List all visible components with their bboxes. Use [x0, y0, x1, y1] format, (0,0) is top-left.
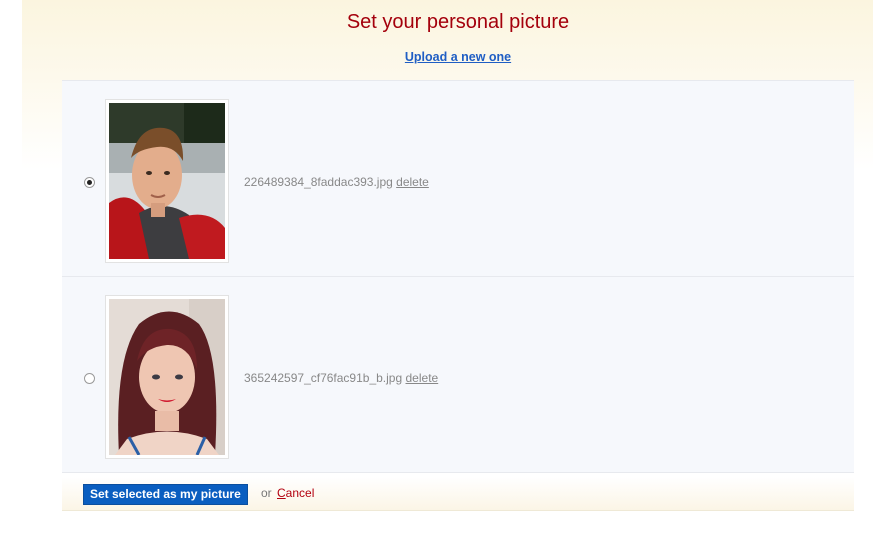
picture-radio-1[interactable] [84, 177, 95, 188]
page-title: Set your personal picture [346, 11, 570, 33]
delete-link-2[interactable]: delete [406, 371, 439, 385]
picture-file-info-1: 226489384_8faddac393.jpg delete [244, 175, 429, 189]
upload-new-link[interactable]: Upload a new one [0, 50, 879, 64]
picture-row: 365242597_cf76fac91b_b.jpg delete [62, 277, 854, 473]
picture-thumbnail-1 [105, 99, 229, 263]
form-actions: Set selected as my picture or Cancel [62, 477, 854, 511]
man-portrait-image [109, 103, 225, 259]
picture-file-info-2: 365242597_cf76fac91b_b.jpg delete [244, 371, 438, 385]
picture-radio-2[interactable] [84, 373, 95, 384]
cancel-link-rest: ancel [285, 486, 315, 500]
picture-filename: 365242597_cf76fac91b_b.jpg [244, 371, 403, 385]
woman-portrait-image [109, 299, 225, 455]
picture-row: 226489384_8faddac393.jpg delete [62, 81, 854, 277]
set-picture-button[interactable]: Set selected as my picture [83, 484, 248, 505]
or-text: or [261, 486, 272, 500]
cancel-link[interactable]: Cancel [277, 486, 314, 500]
picture-list: 226489384_8faddac393.jpg delete 36524259… [62, 80, 854, 473]
cancel-link-first-letter: C [277, 486, 286, 500]
picture-filename: 226489384_8faddac393.jpg [244, 175, 393, 189]
picture-thumbnail-2 [105, 295, 229, 459]
personal-picture-page: Set your personal picture Upload a new o… [0, 0, 879, 534]
delete-link-1[interactable]: delete [396, 175, 429, 189]
